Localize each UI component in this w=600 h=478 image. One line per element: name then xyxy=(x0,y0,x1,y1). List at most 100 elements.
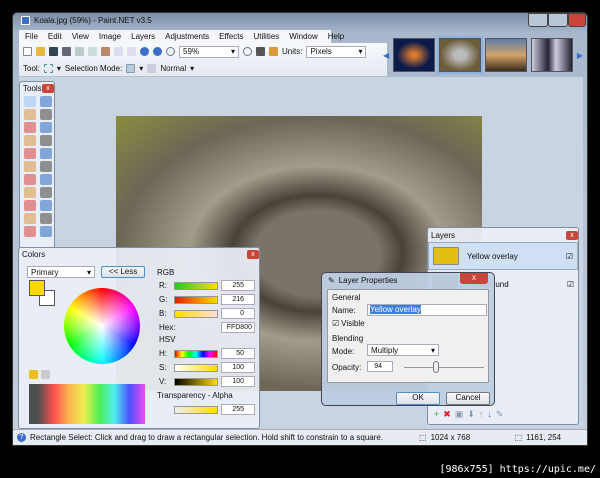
ruler-icon[interactable] xyxy=(269,47,278,56)
close-icon[interactable]: x xyxy=(42,83,54,93)
move-selected-icon[interactable] xyxy=(40,109,52,120)
ellipse-icon[interactable] xyxy=(24,226,36,237)
blend-mode[interactable]: Normal xyxy=(160,64,186,73)
pan-icon[interactable] xyxy=(40,135,52,146)
grid-icon[interactable] xyxy=(256,47,265,56)
palette-menu-icon[interactable] xyxy=(41,370,50,379)
menu-edit[interactable]: Edit xyxy=(48,32,62,41)
color-mode-combo[interactable]: Primary ▾ xyxy=(27,266,95,278)
deselect-icon[interactable] xyxy=(127,47,136,56)
properties-icon[interactable]: ✎ xyxy=(496,409,504,420)
zoom-combo[interactable]: 59% ▾ xyxy=(179,45,239,58)
pencil-icon[interactable] xyxy=(24,174,36,185)
chevron-down-icon[interactable]: ▾ xyxy=(139,64,143,73)
move-selection-icon[interactable] xyxy=(40,96,52,107)
thumbnail-penguins[interactable] xyxy=(530,38,573,72)
layer-name-input[interactable]: Yellow overlay xyxy=(370,305,421,314)
minimize-button[interactable] xyxy=(528,13,548,27)
zoom-in-icon[interactable] xyxy=(243,47,252,56)
alpha-slider[interactable] xyxy=(174,405,218,414)
ok-button[interactable]: OK xyxy=(396,392,440,405)
less-button[interactable]: << Less xyxy=(101,266,145,278)
layer-item[interactable]: Yellow overlay ☑ xyxy=(428,242,578,270)
chevron-down-icon[interactable]: ▾ xyxy=(57,64,61,73)
opacity-slider-thumb[interactable] xyxy=(433,361,439,373)
g-input[interactable]: 216 xyxy=(221,294,255,305)
primary-color-swatch[interactable] xyxy=(29,280,45,296)
v-input[interactable]: 100 xyxy=(221,376,255,387)
open-icon[interactable] xyxy=(36,47,45,56)
delete-layer-icon[interactable]: ✖ xyxy=(443,409,451,420)
b-slider[interactable] xyxy=(174,309,218,318)
ellipse-select-icon[interactable] xyxy=(24,122,36,133)
recolor-icon[interactable] xyxy=(40,187,52,198)
opacity-slider[interactable] xyxy=(404,367,484,368)
chevron-down-icon[interactable]: ▾ xyxy=(190,64,194,73)
duplicate-layer-icon[interactable]: ▣ xyxy=(455,409,464,420)
thumbnail-lighthouse[interactable] xyxy=(485,38,527,72)
menu-adjustments[interactable]: Adjustments xyxy=(165,32,209,41)
h-slider[interactable] xyxy=(174,349,218,358)
thumbnail-koala[interactable] xyxy=(437,36,483,74)
merge-layer-icon[interactable]: ⬇ xyxy=(467,409,475,420)
magic-wand-icon[interactable] xyxy=(24,135,36,146)
crop-icon[interactable] xyxy=(114,47,123,56)
gradient-icon[interactable] xyxy=(40,148,52,159)
r-input[interactable]: 255 xyxy=(221,280,255,291)
scroll-right-icon[interactable]: ▶ xyxy=(577,51,583,60)
copy-icon[interactable] xyxy=(88,47,97,56)
s-slider[interactable] xyxy=(174,363,218,372)
line-curve-icon[interactable] xyxy=(40,200,52,211)
rectangle-select-icon[interactable] xyxy=(24,96,36,107)
redo-icon[interactable] xyxy=(153,47,162,56)
paste-icon[interactable] xyxy=(101,47,110,56)
units-combo[interactable]: Pixels ▾ xyxy=(306,45,367,58)
move-up-icon[interactable]: ↑ xyxy=(479,409,484,420)
maximize-button[interactable] xyxy=(548,13,568,27)
thumbnail-jellyfish[interactable] xyxy=(393,38,436,72)
paintbrush-icon[interactable] xyxy=(24,161,36,172)
r-slider[interactable] xyxy=(174,281,218,290)
add-layer-icon[interactable]: + xyxy=(434,409,439,420)
eraser-icon[interactable] xyxy=(40,161,52,172)
opacity-input[interactable]: 94 xyxy=(367,361,393,372)
cut-icon[interactable] xyxy=(75,47,84,56)
color-picker-icon[interactable] xyxy=(40,174,52,185)
move-down-icon[interactable]: ↓ xyxy=(487,409,492,420)
menu-file[interactable]: File xyxy=(25,32,38,41)
add-color-icon[interactable] xyxy=(29,370,38,379)
dialog-close-button[interactable]: x xyxy=(460,273,488,284)
close-icon[interactable]: x xyxy=(247,249,259,259)
text-icon[interactable] xyxy=(24,200,36,211)
color-wheel[interactable] xyxy=(64,288,140,364)
menu-effects[interactable]: Effects xyxy=(219,32,243,41)
layer-visible-checkbox[interactable]: ☑ xyxy=(566,252,573,261)
v-slider[interactable] xyxy=(174,377,218,386)
clone-stamp-icon[interactable] xyxy=(24,187,36,198)
rectangle-icon[interactable] xyxy=(24,213,36,224)
menu-window[interactable]: Window xyxy=(289,32,317,41)
menu-view[interactable]: View xyxy=(72,32,89,41)
rectangle-select-icon[interactable] xyxy=(43,64,53,73)
freeform-shape-icon[interactable] xyxy=(40,226,52,237)
menu-utilities[interactable]: Utilities xyxy=(253,32,279,41)
close-icon[interactable]: x xyxy=(566,230,578,240)
cancel-button[interactable]: Cancel xyxy=(446,392,490,405)
menu-help[interactable]: Help xyxy=(328,32,344,41)
b-input[interactable]: 0 xyxy=(221,308,255,319)
selection-mode-icon[interactable] xyxy=(126,64,136,73)
blend-mode-select[interactable]: Multiply ▾ xyxy=(367,344,439,356)
layer-visible-checkbox[interactable]: ☑ xyxy=(567,280,574,289)
scroll-left-icon[interactable]: ◀ xyxy=(383,51,389,60)
save-icon[interactable] xyxy=(49,47,58,56)
visible-checkbox[interactable]: ☑ xyxy=(332,319,339,328)
color-palette[interactable] xyxy=(29,384,145,424)
undo-icon[interactable] xyxy=(140,47,149,56)
antialias-icon[interactable] xyxy=(147,64,157,73)
rounded-rectangle-icon[interactable] xyxy=(40,213,52,224)
g-slider[interactable] xyxy=(174,295,218,304)
hex-input[interactable]: FFD800 xyxy=(221,322,255,333)
h-input[interactable]: 50 xyxy=(221,348,255,359)
print-icon[interactable] xyxy=(62,47,71,56)
menu-image[interactable]: Image xyxy=(99,32,121,41)
